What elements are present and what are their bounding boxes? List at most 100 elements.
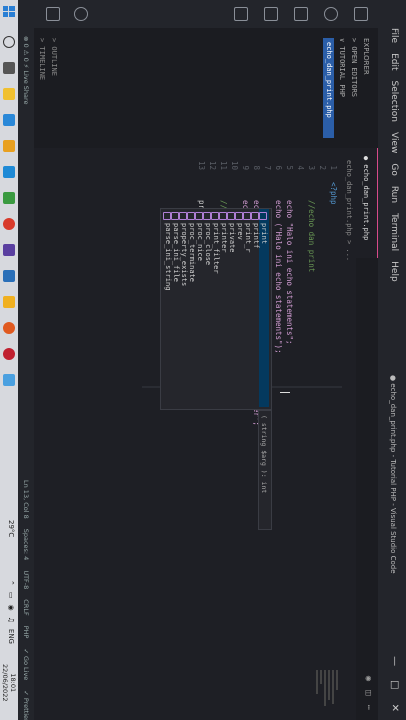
menu-help[interactable]: Help xyxy=(389,261,399,282)
file-echo-dan-print[interactable]: echo_dan_print.php xyxy=(323,38,334,138)
line-number: 10 xyxy=(230,160,239,170)
suggestion-item[interactable]: parse_ini_string xyxy=(163,223,173,290)
line-number: 12 xyxy=(208,160,217,170)
code-editor[interactable]: 1 <?php 2 3 //echo dan print 4 5 echo "Halo i… xyxy=(34,148,342,720)
line-number: 11 xyxy=(219,160,228,170)
search-icon[interactable] xyxy=(324,7,338,21)
task-view-icon[interactable] xyxy=(3,62,15,74)
line-number: 2 xyxy=(318,165,327,170)
status-problems[interactable]: ⊗ 0 ⚠ 0 ⚡ Live Share xyxy=(18,36,34,105)
source-control-icon[interactable] xyxy=(294,7,308,21)
account-icon[interactable] xyxy=(74,7,88,21)
more-actions-icon[interactable]: ⋯ xyxy=(363,705,373,710)
menu-run[interactable]: Run xyxy=(389,186,399,203)
menu-edit[interactable]: Edit xyxy=(389,53,399,70)
line-number: 9 xyxy=(241,165,250,170)
method-icon xyxy=(163,212,171,220)
status-prettier[interactable]: ✓ Prettier xyxy=(18,690,34,720)
firefox-icon[interactable] xyxy=(3,322,15,334)
menu-file[interactable]: File xyxy=(389,28,399,43)
wifi-icon[interactable]: ◉ xyxy=(7,605,15,611)
activity-bar xyxy=(34,0,378,28)
battery-icon[interactable]: ▭ xyxy=(7,592,15,599)
method-icon xyxy=(235,212,243,220)
clock-date: 22/06/2022 xyxy=(1,664,9,702)
method-icon xyxy=(259,212,267,220)
line-number: 5 xyxy=(285,165,294,170)
tab-bar: ● echo_dan_print.php ◉ ◫ ⋯ xyxy=(356,148,378,720)
app-icon-lightblue[interactable] xyxy=(3,374,15,386)
breadcrumb[interactable]: echo_dan_print.php > ... xyxy=(342,148,356,261)
menu-bar: File Edit Selection View Go Run Terminal… xyxy=(389,28,399,282)
line-number: 4 xyxy=(296,165,305,170)
open-editors-section[interactable]: > OPEN EDITORS xyxy=(350,38,358,97)
app-icon-green[interactable] xyxy=(3,192,15,204)
minimize-icon[interactable]: — xyxy=(389,656,400,666)
method-icon xyxy=(251,212,259,220)
method-icon xyxy=(203,212,211,220)
suggestion-detail: ( string $arg ): int xyxy=(258,410,272,530)
discord-icon[interactable] xyxy=(3,244,15,256)
menu-view[interactable]: View xyxy=(389,132,399,153)
line-number: 3 xyxy=(307,165,316,170)
status-eol[interactable]: CRLF xyxy=(18,599,34,615)
status-encoding[interactable]: UTF-8 xyxy=(18,570,34,589)
suggestion-widget[interactable]: print printf print_r prev private printer prin… xyxy=(160,208,272,410)
sticky-notes-icon[interactable] xyxy=(3,296,15,308)
code-line: //echo dan print xyxy=(307,182,316,273)
settings-gear-icon[interactable] xyxy=(46,7,60,21)
timeline-section[interactable]: > TIMELINE xyxy=(38,38,46,80)
folder-tutorial-php[interactable]: ∨ TUTORIAL PHP xyxy=(338,38,346,97)
status-indentation[interactable]: Spaces: 4 xyxy=(18,529,34,561)
title-bar: File Edit Selection View Go Run Terminal… xyxy=(378,0,406,720)
method-icon xyxy=(179,212,187,220)
close-icon[interactable]: ✕ xyxy=(389,704,400,712)
split-editor-icon[interactable]: ◫ xyxy=(363,690,373,695)
app-icon-blue[interactable] xyxy=(3,270,15,282)
taskbar-clock[interactable]: 18:01 22/06/2022 xyxy=(1,664,17,701)
method-icon xyxy=(227,212,235,220)
go-live-icon[interactable]: ◉ xyxy=(363,676,373,681)
method-icon xyxy=(187,212,195,220)
maximize-icon[interactable]: □ xyxy=(389,680,400,689)
volume-icon[interactable]: ♫ xyxy=(7,617,15,623)
menu-terminal[interactable]: Terminal xyxy=(389,213,399,251)
window-controls: — □ ✕ xyxy=(389,656,400,712)
weather-widget[interactable]: 29°C xyxy=(7,520,15,537)
outline-section[interactable]: > OUTLINE xyxy=(50,38,58,76)
minimap[interactable] xyxy=(280,670,340,710)
tray-chevron-icon[interactable]: ⌃ xyxy=(7,580,15,586)
edge-icon[interactable] xyxy=(3,114,15,126)
vscode-window: File Edit Selection View Go Run Terminal… xyxy=(0,0,406,720)
line-number: 8 xyxy=(252,165,261,170)
app-icon-red[interactable] xyxy=(3,348,15,360)
method-icon xyxy=(243,212,251,220)
status-go-live[interactable]: ✓ Go Live xyxy=(18,648,34,680)
mouse-ibeam-cursor xyxy=(280,392,290,393)
chrome-icon[interactable] xyxy=(3,218,15,230)
status-language[interactable]: PHP xyxy=(18,626,34,639)
run-debug-icon[interactable] xyxy=(264,7,278,21)
explorer-icon[interactable] xyxy=(354,7,368,21)
language-indicator[interactable]: ENG xyxy=(7,629,15,644)
method-icon xyxy=(195,212,203,220)
tab-echo-dan-print[interactable]: ● echo_dan_print.php xyxy=(356,148,378,258)
code-line: echo ("Halo ini echo statements"); xyxy=(274,182,283,354)
code-line: echo "Halo ini echo statements"; xyxy=(285,182,294,345)
method-icon xyxy=(171,212,179,220)
line-number: 7 xyxy=(263,165,272,170)
taskbar-search-icon[interactable] xyxy=(3,36,15,48)
status-cursor-position[interactable]: Ln 13, Col 8 xyxy=(18,480,34,519)
system-tray: ⌃ ▭ ◉ ♫ ENG xyxy=(7,580,15,644)
menu-selection[interactable]: Selection xyxy=(389,81,399,122)
file-explorer-icon[interactable] xyxy=(3,88,15,100)
vscode-taskbar-icon[interactable] xyxy=(3,166,15,178)
status-bar: ⊗ 0 ⚠ 0 ⚡ Live Share Ln 13, Col 8 Spaces… xyxy=(18,0,34,720)
sublime-icon[interactable] xyxy=(3,140,15,152)
extensions-icon[interactable] xyxy=(234,7,248,21)
status-right: Ln 13, Col 8 Spaces: 4 UTF-8 CRLF PHP ✓ … xyxy=(18,480,34,720)
explorer-sidebar: EXPLORER > OPEN EDITORS ∨ TUTORIAL PHP e… xyxy=(34,28,378,148)
menu-go[interactable]: Go xyxy=(389,163,399,175)
windows-start-icon[interactable] xyxy=(3,6,15,18)
window-title: ● echo_dan_print.php - Tutorial PHP - Vi… xyxy=(389,375,397,574)
